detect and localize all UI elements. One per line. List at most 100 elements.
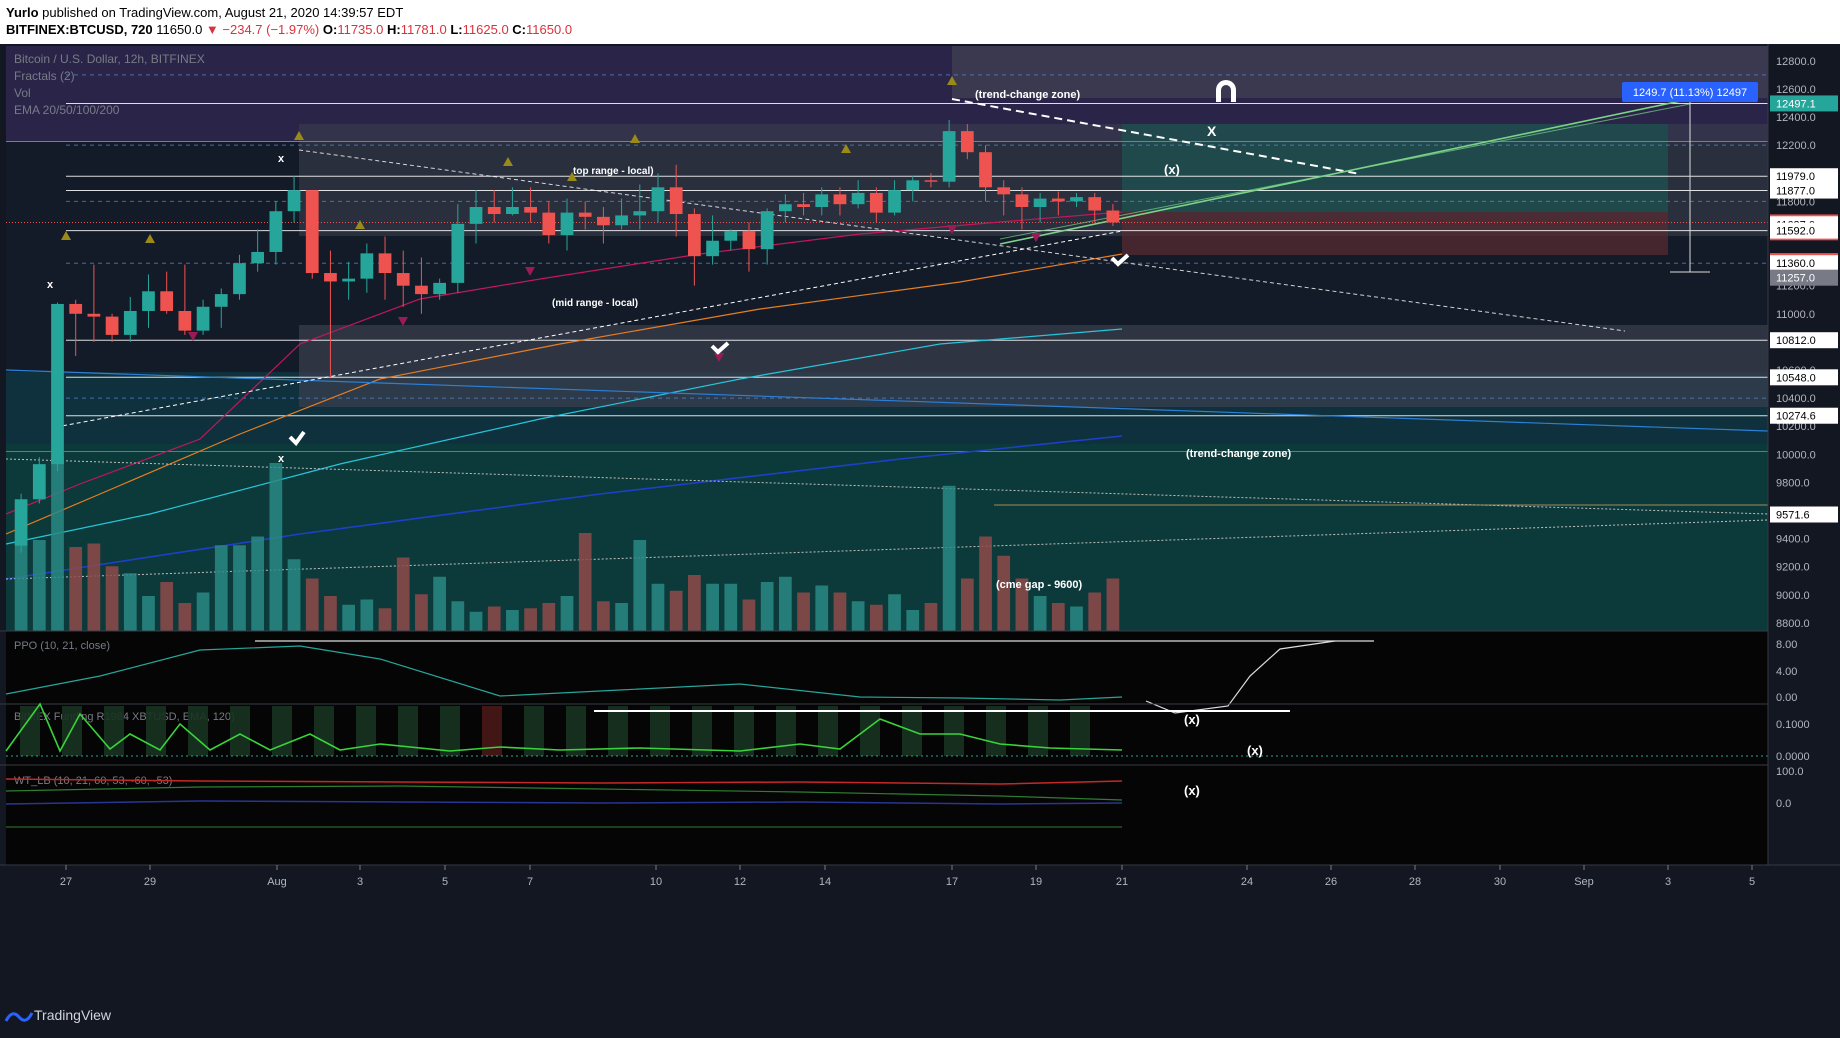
volume-bar [851, 601, 865, 631]
volume-bar [906, 610, 920, 631]
volume-bar [760, 582, 774, 631]
volume-bar [287, 559, 301, 631]
low-label: L: [450, 22, 463, 37]
candle-body [1015, 194, 1029, 207]
publish-header: Yurlo published on TradingView.com, Augu… [0, 0, 1840, 44]
candle-body [960, 131, 974, 153]
candle-body [888, 190, 901, 213]
candle-body [506, 206, 519, 215]
candle-body [142, 291, 155, 311]
volume-bar [69, 547, 83, 631]
time-tick-label: Aug [267, 876, 287, 888]
volume-bar [688, 575, 701, 631]
high-label: H: [386, 22, 401, 37]
chart-area[interactable]: top range - local) (mid range - local) (… [0, 44, 1840, 995]
legend-vol[interactable]: Vol [14, 86, 31, 100]
trend-change-zone-top-label: (trend-change zone) [975, 89, 1080, 101]
tradingview-logo-icon [4, 1012, 34, 1022]
volume-bar [415, 594, 428, 631]
price-badge-label: 12497.1 [1776, 98, 1816, 110]
funding-bar [188, 706, 208, 756]
time-axis-ticks[interactable]: 27 29 Aug 3 5 7 10 12 14 17 19 21 24 26 28 30 Sep 3 5 [60, 865, 1755, 888]
funding-tick-label: 0.1000 [1776, 719, 1810, 731]
wt-tick-label: 0.0 [1776, 798, 1791, 810]
time-tick-label: 27 [60, 876, 72, 888]
funding-bar [230, 706, 250, 756]
footer: TradingView [0, 995, 1840, 1038]
candle-body [669, 187, 683, 215]
volume-bar [378, 608, 392, 631]
candle-body [833, 194, 847, 205]
candle-body [651, 187, 665, 212]
volume-bar [724, 583, 738, 631]
candle-body [724, 230, 738, 241]
mid-range-label: (mid range - local) [552, 298, 638, 309]
close-value: 11650.0 [526, 22, 573, 37]
volume-bar [560, 596, 574, 631]
chart-svg[interactable]: top range - local) (mid range - local) (… [0, 44, 1840, 995]
volume-bar [651, 583, 665, 631]
price-badge-label: 11592.0 [1776, 226, 1815, 238]
candle-body [1051, 198, 1065, 202]
price-badge-label: 10274.6 [1776, 411, 1816, 423]
symbol-line: BITFINEX:BTCUSD, 720 11650.0 ▼ −234.7 (−… [6, 22, 572, 37]
publisher-name[interactable]: Yurlo [6, 5, 39, 20]
candle-body [997, 187, 1011, 195]
funding-bar [734, 706, 754, 756]
price-tick-label: 12400.0 [1776, 112, 1816, 124]
time-tick-label: 10 [650, 876, 662, 888]
time-tick-label: 3 [357, 876, 363, 888]
candle-body [105, 316, 119, 335]
time-tick-label: Sep [1574, 876, 1594, 888]
time-tick-label: 17 [946, 876, 958, 888]
volume-bar [196, 592, 210, 631]
volume-bar [833, 592, 847, 631]
volume-bar [633, 540, 647, 631]
legend-fractals[interactable]: Fractals (2) [14, 69, 75, 83]
volume-bar [706, 583, 719, 631]
volume-bar [615, 603, 628, 631]
legend-ema[interactable]: EMA 20/50/100/200 [14, 103, 120, 117]
x-mark-label: (x) [1184, 783, 1200, 798]
ppo-title: PPO (10, 21, close) [14, 640, 110, 652]
legend-title: Bitcoin / U.S. Dollar, 12h, BITFINEX [14, 52, 205, 66]
candle-body [560, 212, 574, 236]
price-tick-label: 10400.0 [1776, 393, 1816, 405]
volume-bar [51, 456, 64, 631]
symbol-name: BITFINEX:BTCUSD, 720 [6, 22, 153, 37]
price-badge-label: 9571.6 [1776, 510, 1810, 522]
time-tick-label: 19 [1030, 876, 1042, 888]
time-tick-label: 29 [144, 876, 156, 888]
volume-bar [178, 603, 192, 631]
x-marker: x [47, 279, 54, 291]
price-tick-label: 12800.0 [1776, 56, 1816, 68]
volume-bar [451, 601, 465, 631]
trend-change-zone-bottom-label: (trend-change zone) [1186, 448, 1291, 460]
price-badge-label: 11257.0 [1776, 273, 1815, 285]
x-marker: x [278, 453, 285, 465]
candle-body [979, 152, 992, 188]
candle-body [160, 291, 174, 311]
high-value: 11781.0 [400, 22, 447, 37]
last-price: 11650.0 [156, 22, 203, 37]
price-tick-label: 9200.0 [1776, 562, 1810, 574]
candle-body [123, 310, 137, 335]
candle-body [542, 212, 556, 236]
candle-body [1088, 197, 1102, 211]
funding-bar [986, 706, 1006, 756]
measure-text: 1249.7 (11.13%) 12497 [1633, 87, 1747, 99]
candle-body [1106, 210, 1120, 223]
volume-bar [142, 596, 155, 631]
price-badge-label: 10812.0 [1776, 335, 1816, 347]
ppo-tick-label: 0.00 [1776, 692, 1797, 704]
candle-body [597, 216, 610, 226]
candle-body [324, 273, 337, 282]
volume-bar [1070, 606, 1083, 631]
zone-line [6, 141, 1768, 142]
candle-body [924, 180, 938, 182]
volume-bar [233, 545, 246, 631]
tradingview-brand[interactable]: TradingView [34, 1007, 111, 1023]
candle-body [615, 215, 628, 226]
x-marker: x [278, 153, 285, 165]
candle-body [688, 214, 701, 257]
